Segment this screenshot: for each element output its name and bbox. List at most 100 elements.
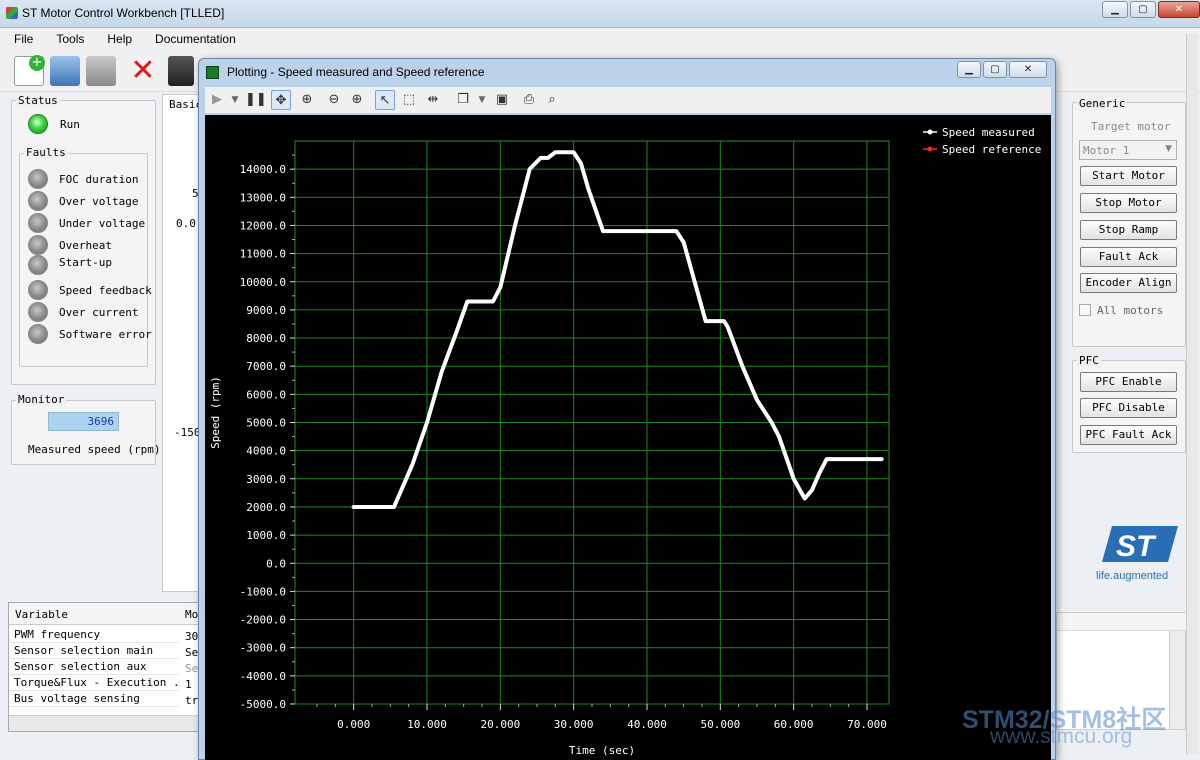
table-row[interactable]: Sensor selection main [9, 643, 179, 659]
plot-window: Plotting - Speed measured and Speed refe… [198, 58, 1056, 760]
print-preview-icon[interactable]: ⌕ [542, 90, 562, 110]
stop-ramp-button[interactable]: Stop Ramp [1080, 220, 1177, 240]
zoom-out-icon[interactable]: ⊖ [324, 90, 344, 110]
all-motors-label: All motors [1097, 304, 1164, 317]
y-tick-label: 4000.0 [246, 445, 286, 458]
table-hscrollbar[interactable] [9, 715, 199, 731]
y-tick-label: 14000.0 [240, 163, 286, 176]
y-axis-label: Speed (rpm) [209, 376, 222, 449]
plot-area[interactable]: 14000.0 13000.0 12000.0 11000.0 10000.0 9000.… [205, 115, 1051, 760]
y-tick-label: 1000.0 [246, 529, 286, 542]
col-variable[interactable]: Variable [15, 608, 68, 621]
fault-label: Speed feedback [59, 284, 152, 297]
measure-icon[interactable]: ⇹ [423, 90, 443, 110]
table-header: Variable Mo [9, 603, 201, 625]
fault-label: Overheat [59, 239, 112, 252]
status-title: Status [16, 94, 60, 107]
plot-window-title: Plotting - Speed measured and Speed refe… [227, 65, 485, 79]
maximize-button[interactable]: ▢ [1130, 1, 1156, 18]
fault-led [28, 324, 48, 344]
legend-marker [927, 129, 933, 135]
chip-icon[interactable] [168, 56, 194, 86]
menu-file[interactable]: File [0, 28, 42, 50]
speed-chart: 14000.0 13000.0 12000.0 11000.0 10000.0 9000.… [209, 126, 1041, 757]
new-project-icon[interactable]: + [14, 55, 45, 86]
st-logo: ST [1098, 524, 1180, 564]
table-row[interactable]: Bus voltage sensing [9, 691, 179, 707]
table-cell: Se [185, 646, 199, 659]
x-tick-label: 30.000 [554, 718, 594, 731]
col-mode[interactable]: Mo [185, 608, 198, 621]
table-row[interactable]: Sensor selection aux [9, 659, 179, 675]
x-tick-label: 50.000 [700, 718, 740, 731]
chevron-down-icon: ▼ [1165, 144, 1172, 154]
y-tick-label: -4000.0 [240, 670, 286, 683]
y-tick-label: 10000.0 [240, 276, 286, 289]
save-project-icon[interactable] [86, 56, 116, 86]
fault-label: Over current [59, 306, 139, 319]
table-row[interactable]: PWM frequency [9, 627, 179, 643]
pfc-title: PFC [1077, 354, 1101, 367]
pfc-disable-button[interactable]: PFC Disable [1080, 398, 1177, 418]
menu-documentation[interactable]: Documentation [141, 28, 245, 50]
plot-minimize-button[interactable]: ▁ [957, 61, 981, 78]
zoom-fit-icon[interactable]: ⊕ [297, 90, 317, 110]
minimize-button[interactable]: ▁ [1102, 1, 1128, 18]
save-icon[interactable]: ▣ [492, 90, 512, 110]
copy-dropdown-icon[interactable]: ▼ [472, 90, 492, 110]
legend-label: Speed reference [942, 143, 1041, 156]
copy-icon[interactable]: ❐ [453, 90, 473, 110]
open-project-icon[interactable] [50, 56, 80, 86]
zoom-in-icon[interactable]: ⊕ [347, 90, 367, 110]
pfc-enable-button[interactable]: PFC Enable [1080, 372, 1177, 392]
fault-ack-button[interactable]: Fault Ack [1080, 247, 1177, 267]
start-motor-button[interactable]: Start Motor [1080, 166, 1177, 186]
pfc-fault-ack-button[interactable]: PFC Fault Ack [1080, 425, 1177, 445]
speed-measured-line [351, 150, 884, 509]
table-row[interactable]: Torque&Flux - Execution ... [9, 675, 179, 691]
plot-window-controls: ▁ ▢ ✕ [957, 61, 1047, 78]
x-tick-label: 60.000 [774, 718, 814, 731]
close-project-icon[interactable]: ✕ [128, 56, 158, 86]
svg-text:ST: ST [1116, 530, 1157, 563]
monitor-title: Monitor [16, 393, 67, 406]
table-cell: Sensor selection main [14, 644, 154, 657]
app-title: ST Motor Control Workbench [TLLED] [22, 6, 225, 20]
table-cell: Bus voltage sensing [14, 692, 140, 705]
x-tick-label: 20.000 [480, 718, 520, 731]
main-vscrollbar[interactable] [1186, 34, 1198, 754]
basic-tick: 0.0 [176, 217, 196, 230]
print-icon[interactable]: ⎙ [519, 90, 539, 110]
run-led [28, 114, 48, 134]
plot-toolbar: ▶ ▼ ❚❚ ✥ ⊕ ⊖ ⊕ ↖ ⬚ ⇹ ❐ ▼ ▣ ⎙ ⌕ [205, 87, 1051, 113]
variables-table: Variable Mo PWM frequency Sensor selecti… [8, 602, 201, 732]
y-tick-label: -3000.0 [240, 642, 286, 655]
play-icon[interactable]: ▶ [207, 90, 227, 110]
plot-close-button[interactable]: ✕ [1009, 61, 1047, 78]
y-tick-label: -1000.0 [240, 585, 286, 598]
measured-speed-caption: Measured speed (rpm) [28, 443, 161, 456]
menu-help[interactable]: Help [93, 28, 141, 50]
select-rect-icon[interactable]: ⬚ [399, 90, 419, 110]
fault-label: Under voltage [59, 217, 146, 230]
brand-tagline: life.augmented [1096, 570, 1169, 582]
x-tick-label: 70.000 [847, 718, 887, 731]
table-cell: 1 [185, 678, 192, 691]
right-list-scrollbar[interactable] [1169, 631, 1185, 729]
table-cell: Torque&Flux - Execution ... [14, 676, 179, 689]
close-button[interactable]: ✕ [1158, 1, 1200, 18]
stop-motor-button[interactable]: Stop Motor [1080, 193, 1177, 213]
menu-tools[interactable]: Tools [42, 28, 93, 50]
motor-select[interactable]: Motor 1 ▼ [1079, 140, 1177, 160]
pause-icon[interactable]: ❚❚ [245, 90, 267, 110]
y-tick-label: 8000.0 [246, 332, 286, 345]
pan-icon[interactable]: ✥ [271, 90, 291, 110]
all-motors-checkbox[interactable] [1079, 304, 1091, 316]
y-tick-label: 5000.0 [246, 417, 286, 430]
plot-maximize-button[interactable]: ▢ [983, 61, 1007, 78]
pointer-icon[interactable]: ↖ [375, 90, 395, 110]
encoder-align-button[interactable]: Encoder Align [1080, 273, 1177, 293]
table-cell: PWM frequency [14, 628, 101, 641]
x-tick-label: 40.000 [627, 718, 667, 731]
play-dropdown-icon[interactable]: ▼ [225, 90, 245, 110]
